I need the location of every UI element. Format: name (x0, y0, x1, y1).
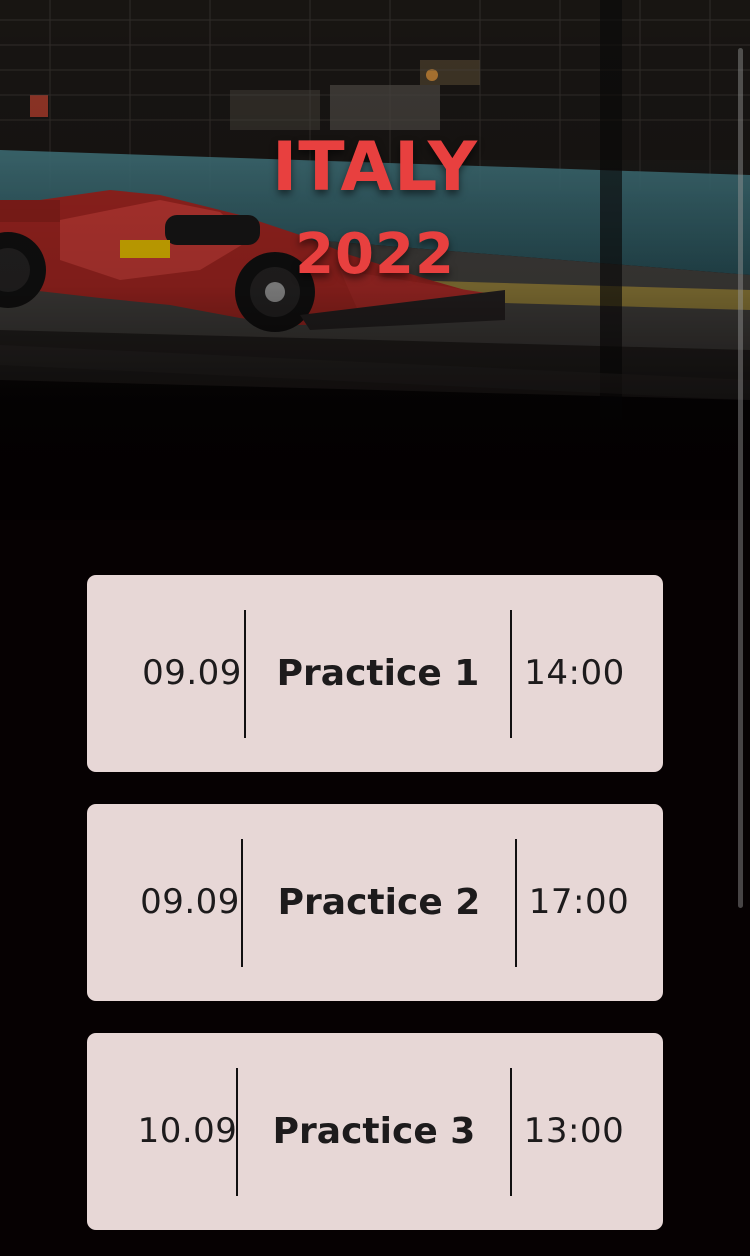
year-title: 2022 (295, 222, 455, 287)
country-title: ITALY (271, 128, 478, 207)
session-name: Practice 2 (277, 882, 481, 923)
hero-banner: ITALY 2022 (0, 0, 750, 520)
scrollbar[interactable] (738, 48, 743, 908)
session-card-practice-1[interactable]: 09.09 Practice 1 14:00 (87, 575, 663, 772)
session-time: 17:00 (528, 882, 630, 922)
session-time: 14:00 (524, 653, 625, 693)
session-card-practice-2[interactable]: 09.09 Practice 2 17:00 (87, 804, 663, 1001)
session-time: 13:00 (523, 1111, 625, 1151)
session-list: 09.09 Practice 1 14:00 09.09 Practice 2 … (87, 575, 663, 1256)
session-name: Practice 1 (276, 653, 480, 694)
session-name: Practice 3 (272, 1111, 476, 1152)
session-card-practice-3[interactable]: 10.09 Practice 3 13:00 (87, 1033, 663, 1230)
race-schedule-page: ITALY 2022 09.09 Practice 1 14:00 09.09 … (0, 0, 750, 1256)
